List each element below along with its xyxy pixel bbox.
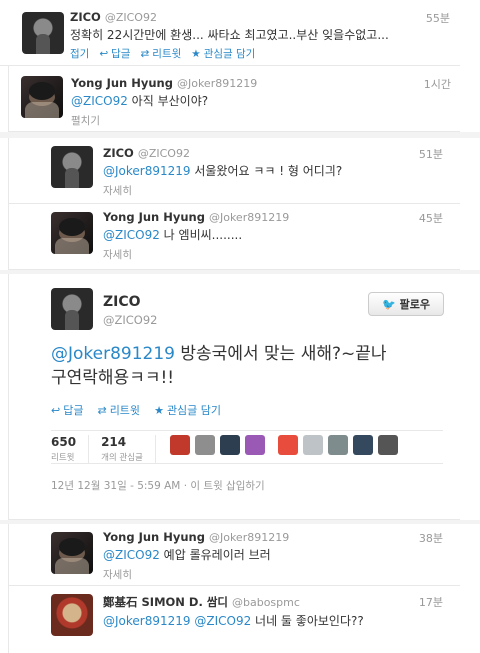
full-timestamp: 12년 12월 31일 - 5:59 AM · 이 트윗 삽입하기 (51, 478, 265, 493)
tweet-text: 정확히 22시간만에 환생... 싸타쇼 최고였고..부산 잊을수없고... (70, 28, 389, 42)
tweet-text: @ZICO92 나 엠비씨........ (103, 228, 243, 242)
star-icon: ★ (191, 47, 201, 60)
reply-label: 답글 (111, 48, 131, 60)
twitter-bird-icon: 🐦 (381, 297, 396, 311)
favorite-button[interactable]: ★ 관심글 담기 (191, 46, 255, 61)
reply-button[interactable]: ↩ 답글 (51, 402, 83, 418)
favorite-count: 214 (101, 435, 127, 449)
favoriter-avatar[interactable] (194, 435, 215, 455)
favoriter-avatar[interactable] (352, 435, 373, 455)
author-name[interactable]: 鄭基石 SIMON D. 쌈디 (103, 595, 228, 609)
favoriter-avatar[interactable] (169, 435, 190, 455)
avatar[interactable] (22, 12, 64, 54)
retweet-icon: ⇄ (140, 47, 150, 60)
author-handle[interactable]: @ZICO92 (105, 11, 157, 24)
details-link[interactable]: 자세히 (103, 567, 443, 582)
author-name[interactable]: ZICO (103, 294, 158, 310)
tweet-main[interactable]: ZICO @ZICO92 🐦 팔로우 @Joker891219 방송국에서 맞는… (8, 274, 460, 520)
timestamp[interactable]: 1시간 (424, 76, 451, 92)
timestamp[interactable]: 17분 (419, 594, 443, 610)
timestamp[interactable]: 55분 (426, 10, 450, 26)
reply-button[interactable]: ↩ 답글 (99, 46, 130, 61)
tweet-yongjunhyung-1[interactable]: Yong Jun Hyung @Joker891219 1시간 @ZICO92 아… (8, 66, 460, 132)
avatar[interactable] (51, 532, 93, 574)
avatar[interactable] (51, 146, 93, 188)
mention-link[interactable]: @Joker891219 (103, 164, 191, 178)
favorite-stat[interactable]: 214 개의 관심글 (101, 435, 156, 463)
tweet-yongjunhyung-3[interactable]: Yong Jun Hyung @Joker891219 38분 @ZICO92 예… (8, 524, 460, 586)
retweet-label: 리트윗 (109, 404, 141, 417)
reply-icon: ↩ (51, 403, 61, 417)
timestamp[interactable]: 38분 (419, 530, 443, 546)
tweet-text: @Joker891219 서울왔어요 ㅋㅋ ! 형 어디긔? (103, 164, 343, 178)
author-handle[interactable]: @ZICO92 (103, 313, 158, 327)
favorite-label: 관심글 담기 (166, 404, 222, 417)
avatar[interactable] (51, 288, 93, 330)
tweet-stats: 650 리트윗 214 개의 관심글 (51, 430, 443, 464)
retweet-count-label: 리트윗 (51, 453, 75, 463)
retweet-button[interactable]: ⇄ 리트윗 (140, 46, 181, 61)
mention-link[interactable]: @ZICO92 (194, 614, 251, 628)
author-handle[interactable]: @babospmc (232, 596, 300, 609)
tweet-yongjunhyung-2[interactable]: Yong Jun Hyung @Joker891219 45분 @ZICO92 나… (8, 204, 460, 270)
author-handle[interactable]: @Joker891219 (209, 211, 289, 224)
follow-button[interactable]: 🐦 팔로우 (368, 292, 444, 316)
favorite-button[interactable]: ★ 관심글 담기 (154, 402, 221, 418)
tweet-text: @ZICO92 예압 롤유레이러 브러 (103, 548, 271, 562)
favoriter-avatar[interactable] (244, 435, 265, 455)
author-name[interactable]: Yong Jun Hyung (103, 210, 205, 224)
favoriters-list (169, 435, 398, 455)
retweet-button[interactable]: ⇄ 리트윗 (97, 402, 140, 418)
favoriter-avatar[interactable] (277, 435, 298, 455)
tweet-text: @Joker891219 @ZICO92 너네 둘 좋아보인다?? (103, 614, 364, 628)
tweet-zico-1[interactable]: ZICO @ZICO92 55분 정확히 22시간만에 환생... 싸타쇼 최고였… (0, 0, 460, 66)
reply-label: 답글 (63, 404, 84, 417)
avatar[interactable] (21, 76, 63, 118)
embed-link[interactable]: 이 트윗 삽입하기 (190, 480, 264, 492)
author-handle[interactable]: @Joker891219 (177, 77, 257, 90)
author-handle[interactable]: @Joker891219 (209, 531, 289, 544)
mention-link[interactable]: @Joker891219 (103, 614, 191, 628)
tweet-simon-d[interactable]: 鄭基石 SIMON D. 쌈디 @babospmc 17분 @Joker89121… (8, 586, 460, 653)
collapse-link[interactable]: 접기 (70, 46, 89, 61)
details-link[interactable]: 자세히 (103, 247, 443, 262)
mention-link[interactable]: @ZICO92 (103, 228, 160, 242)
timestamp[interactable]: 51분 (419, 146, 443, 162)
favoriter-avatar[interactable] (219, 435, 240, 455)
mention-link[interactable]: @Joker891219 (51, 344, 175, 364)
author-name[interactable]: Yong Jun Hyung (103, 530, 205, 544)
tweet-actions: ↩ 답글 ⇄ 리트윗 ★ 관심글 담기 (51, 402, 221, 418)
favoriter-avatar[interactable] (377, 435, 398, 455)
author-name[interactable]: ZICO (103, 146, 134, 160)
reply-icon: ↩ (99, 47, 109, 60)
tweet-datetime[interactable]: 12년 12월 31일 - 5:59 AM (51, 480, 180, 492)
author-handle[interactable]: @ZICO92 (138, 147, 190, 160)
retweet-icon: ⇄ (97, 403, 107, 417)
author-name[interactable]: ZICO (70, 10, 101, 24)
author-name[interactable]: Yong Jun Hyung (71, 76, 173, 90)
favoriter-avatar[interactable] (327, 435, 348, 455)
details-link[interactable]: 자세히 (103, 183, 443, 198)
follow-label: 팔로우 (399, 298, 431, 311)
retweet-stat[interactable]: 650 리트윗 (51, 435, 90, 463)
favorite-count-label: 개의 관심글 (101, 453, 143, 463)
timestamp[interactable]: 45분 (419, 210, 443, 226)
tweet-zico-2[interactable]: ZICO @ZICO92 51분 @Joker891219 서울왔어요 ㅋㅋ ! … (8, 138, 460, 204)
favorite-label: 관심글 담기 (203, 48, 256, 60)
tweet-text: @ZICO92 아직 부산이야? (71, 94, 209, 108)
mention-link[interactable]: @ZICO92 (103, 548, 160, 562)
retweet-count: 650 (51, 435, 77, 449)
avatar[interactable] (51, 594, 93, 636)
star-icon: ★ (154, 403, 164, 417)
tweet-text: @Joker891219 방송국에서 맞는 새해?~끝나 구연락해용ㅋㅋ!! (51, 344, 387, 388)
expand-link[interactable]: 펼치기 (71, 113, 451, 128)
avatar[interactable] (51, 212, 93, 254)
mention-link[interactable]: @ZICO92 (71, 94, 128, 108)
retweet-label: 리트윗 (152, 48, 182, 60)
favoriter-avatar[interactable] (302, 435, 323, 455)
